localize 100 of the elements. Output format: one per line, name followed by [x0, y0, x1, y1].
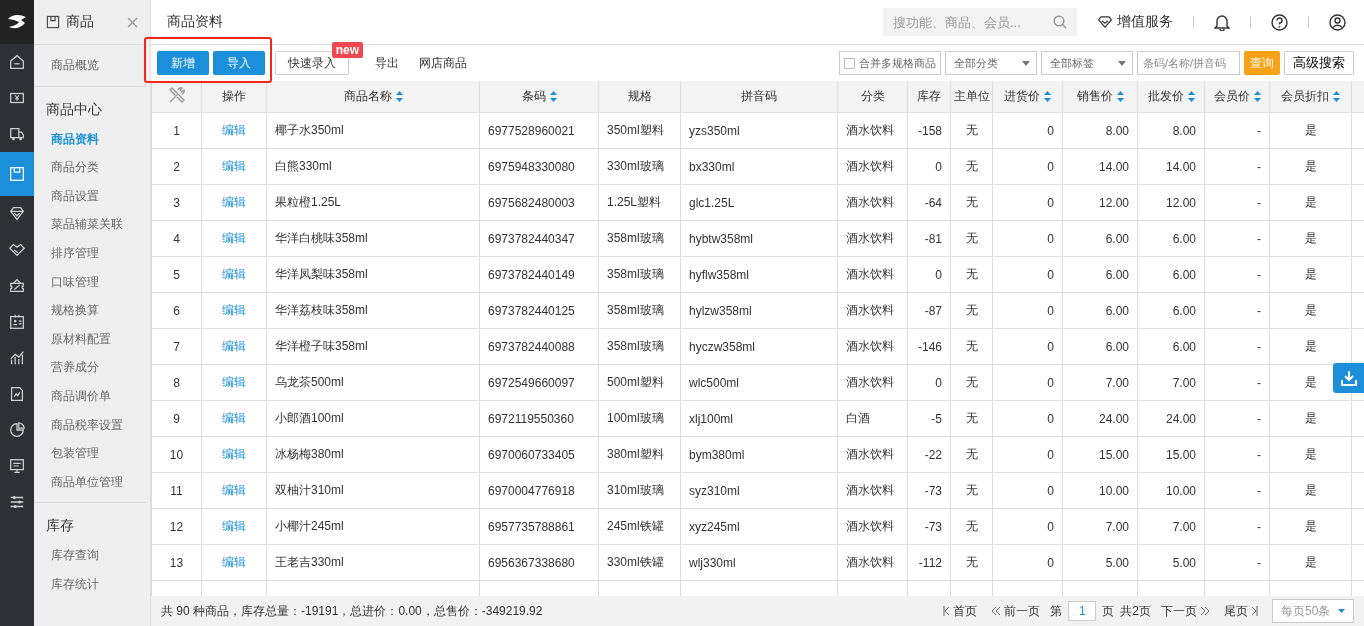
first-page-button[interactable]: 首页	[939, 602, 982, 620]
table-cell: 245ml铁罐	[598, 508, 681, 545]
bell-icon[interactable]	[1214, 13, 1230, 31]
table-cell: 6.00	[1137, 292, 1205, 329]
table-cell: -81	[907, 220, 951, 257]
edit-link[interactable]: 编辑	[222, 483, 246, 497]
table-cell: -87	[907, 292, 951, 329]
edit-link[interactable]: 编辑	[222, 303, 246, 317]
sidebar-item[interactable]: 口味管理	[34, 267, 146, 297]
sidebar-item[interactable]: 商品调价单	[34, 381, 146, 411]
edit-link[interactable]: 编辑	[222, 555, 246, 569]
column-header[interactable]: 条码	[479, 81, 599, 113]
sidebar-item[interactable]: 商品税率设置	[34, 410, 146, 440]
column-header[interactable]: 会员折扣	[1269, 81, 1352, 113]
table-cell: 0	[907, 256, 951, 293]
toolbar-button[interactable]: 新增	[157, 51, 209, 75]
table-cell: 10	[151, 436, 202, 473]
sidebar-item[interactable]: 商品分类	[34, 153, 146, 182]
edit-link[interactable]: 编辑	[222, 447, 246, 461]
advanced-search-button[interactable]: 高级搜索	[1284, 51, 1354, 75]
column-header: 拼音码	[680, 81, 838, 113]
edit-link[interactable]: 编辑	[222, 123, 246, 137]
sidebar-item[interactable]: 库存统计	[34, 569, 146, 599]
table-cell: 白熊330ml	[266, 148, 480, 185]
search-icon[interactable]	[1053, 15, 1067, 29]
toolbar-link[interactable]: 网店商品	[411, 51, 475, 75]
page-input[interactable]: 1	[1068, 601, 1097, 621]
column-header[interactable]: 批发价	[1137, 81, 1205, 113]
sort-icon[interactable]	[549, 91, 557, 102]
sidebar-item[interactable]: 营养成分	[34, 353, 146, 382]
table-cell: -158	[907, 112, 951, 149]
merge-checkbox[interactable]: 合并多规格商品	[839, 51, 941, 75]
filter-dropdown[interactable]: 全部标签	[1041, 51, 1133, 75]
edit-link[interactable]: 编辑	[222, 195, 246, 209]
sort-icon[interactable]	[395, 91, 403, 102]
table-cell: -	[1204, 328, 1270, 365]
sidebar-item[interactable]: 原材料配置	[34, 324, 146, 354]
column-header[interactable]: 会员价	[1204, 81, 1270, 113]
search-field[interactable]: 搜功能、商品、会员...	[883, 8, 1077, 36]
toolbar-button[interactable]: 导入	[213, 51, 265, 75]
table-cell: 12	[151, 508, 202, 545]
edit-link[interactable]: 编辑	[222, 267, 246, 281]
table-cell: 酒水饮料	[837, 364, 908, 401]
table-cell: 6	[151, 292, 202, 329]
sort-icon[interactable]	[1333, 91, 1340, 102]
sort-icon[interactable]	[1187, 91, 1195, 102]
column-header[interactable]: 进货价	[992, 81, 1063, 113]
sidebar-item[interactable]: 库存查询	[34, 541, 146, 570]
sidebar-item[interactable]: 商品概览	[34, 51, 146, 80]
sidebar-item[interactable]: 商品设置	[34, 181, 146, 211]
edit-link[interactable]: 编辑	[222, 231, 246, 245]
sidebar-item[interactable]: 菜品辅菜关联	[34, 210, 146, 239]
table-cell: 6973782440347	[479, 220, 599, 257]
column-header[interactable]: 销售价	[1062, 81, 1138, 113]
edit-link[interactable]: 编辑	[222, 411, 246, 425]
table-cell: 是	[1269, 436, 1352, 473]
table-cell: 无	[950, 544, 993, 581]
page-label: 第	[1050, 602, 1063, 620]
table-cell: wlc500ml	[680, 364, 838, 401]
table-cell: 是	[1269, 112, 1352, 149]
sidebar-item[interactable]: 商品资料	[34, 124, 146, 154]
edit-link[interactable]: 编辑	[222, 339, 246, 353]
help-icon[interactable]	[1271, 13, 1288, 31]
table-cell: 果粒橙1.25L	[266, 184, 480, 221]
sidebar-title: 商品	[66, 13, 95, 31]
table-cell: xyz245ml	[680, 508, 838, 545]
user-icon[interactable]	[1329, 13, 1346, 31]
query-field[interactable]: 条码/名称/拼音码	[1137, 51, 1240, 75]
table-cell: -112	[907, 544, 951, 581]
edit-link[interactable]: 编辑	[222, 519, 246, 533]
sort-icon[interactable]	[1253, 91, 1261, 102]
sort-icon[interactable]	[1044, 91, 1051, 102]
table-cell: 无	[950, 508, 993, 545]
sidebar-item[interactable]: 商品单位管理	[34, 467, 146, 497]
sidebar-item[interactable]: 包装管理	[34, 439, 146, 468]
sort-icon[interactable]	[1116, 91, 1124, 102]
table-cell: 6.00	[1137, 256, 1205, 293]
sidebar-item[interactable]: 规格换算	[34, 296, 146, 325]
toolbar-link[interactable]: 导出	[367, 51, 407, 75]
table-cell: 0	[992, 292, 1063, 329]
last-page-button[interactable]: 尾页	[1220, 602, 1262, 620]
filter-dropdown[interactable]: 全部分类	[945, 51, 1037, 75]
page-size-dropdown[interactable]: 每页50条	[1272, 599, 1354, 623]
table-cell: xlj100ml	[680, 400, 838, 437]
edit-link[interactable]: 编辑	[222, 159, 246, 173]
sidebar-item[interactable]: 排序管理	[34, 238, 146, 268]
table-cell: 6.00	[1062, 328, 1138, 365]
column-header: 操作	[201, 81, 267, 113]
download-button[interactable]	[1333, 363, 1364, 393]
table-cell: 无	[950, 400, 993, 437]
edit-link[interactable]: 编辑	[222, 375, 246, 389]
tools-icon[interactable]	[167, 86, 186, 104]
table-cell: 6.00	[1137, 328, 1205, 365]
table-cell: 0	[992, 508, 1063, 545]
table-cell: 1	[151, 112, 202, 149]
column-header[interactable]: 商品名称	[266, 81, 480, 113]
table-cell: 无	[950, 364, 993, 401]
next-page-button[interactable]: 下一页	[1157, 602, 1214, 620]
value-service-button[interactable]: 增值服务	[1089, 13, 1181, 31]
previous-page-button[interactable]: 前一页	[987, 602, 1045, 620]
